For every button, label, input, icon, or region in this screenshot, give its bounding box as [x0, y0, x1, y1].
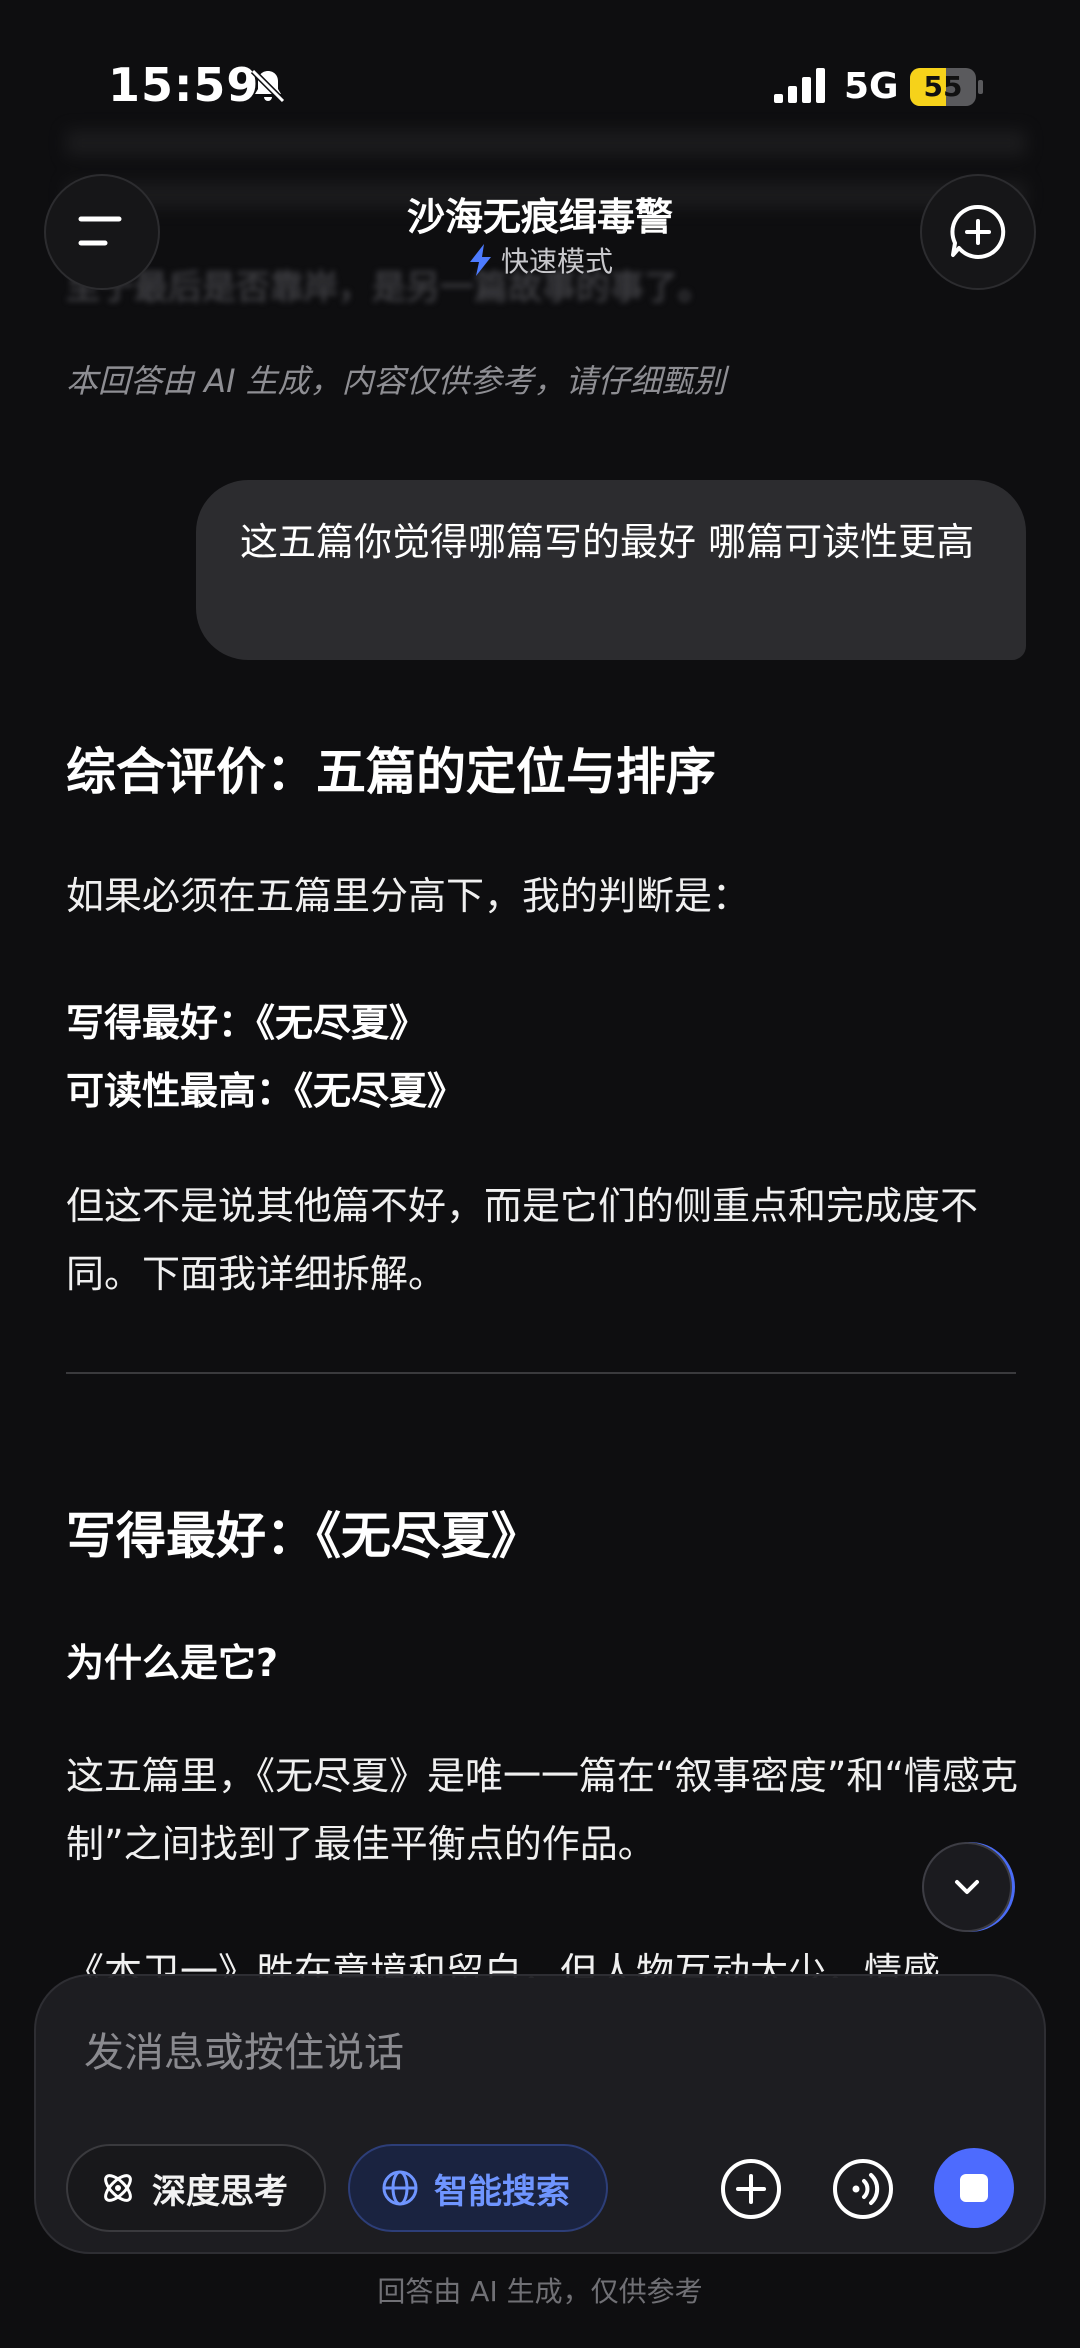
- stop-generation-button[interactable]: [934, 2148, 1014, 2228]
- section-reason: 这五篇里，《无尽夏》是唯一一篇在“叙事密度”和“情感克制”之间找到了最佳平衡点的…: [66, 1754, 1019, 1866]
- partial-paragraph: 《本卫一》胜在意境和留白，但人物互动太少，情感: [66, 1950, 941, 1978]
- network-type: 5G: [844, 66, 899, 107]
- lightning-icon: [469, 244, 491, 276]
- deep-think-toggle[interactable]: 深度思考: [66, 2144, 326, 2232]
- status-bar: 15:59 5G 55: [0, 0, 1080, 150]
- new-chat-button[interactable]: [920, 174, 1036, 290]
- plus-circle-icon: [721, 2159, 781, 2219]
- battery-level: 55: [923, 70, 963, 103]
- mode-label: 快速模式: [500, 245, 613, 278]
- menu-button[interactable]: [44, 174, 160, 290]
- answer-heading: 综合评价：五篇的定位与排序: [66, 743, 716, 801]
- most-readable-line: 可读性最高：《无尽夏》: [66, 1069, 466, 1113]
- mode-indicator[interactable]: 快速模式: [340, 240, 740, 280]
- chat-title[interactable]: 沙海无痕缉毒警: [240, 186, 840, 241]
- globe-icon: [382, 2170, 418, 2206]
- deep-think-label: 深度思考: [152, 2171, 288, 2212]
- voice-wave-icon: [833, 2159, 893, 2219]
- battery-icon: 55: [910, 68, 984, 106]
- best-written-line: 写得最好：《无尽夏》: [66, 1001, 428, 1045]
- section-heading: 写得最好：《无尽夏》: [66, 1507, 541, 1565]
- answer-intro: 如果必须在五篇里分高下，我的判断是：: [66, 874, 751, 918]
- smart-search-toggle[interactable]: 智能搜索: [348, 2144, 608, 2232]
- section-question: 为什么是它?: [66, 1641, 279, 1685]
- add-attachment-button[interactable]: [716, 2154, 786, 2224]
- smart-search-label: 智能搜索: [434, 2171, 570, 2212]
- status-time: 15:59: [108, 58, 260, 112]
- atom-icon: [104, 2174, 132, 2202]
- message-input[interactable]: 发消息或按住说话: [84, 2020, 404, 2078]
- ai-disclaimer: 本回答由 AI 生成，内容仅供参考，请仔细甄别: [66, 362, 726, 400]
- voice-call-button[interactable]: [828, 2154, 898, 2224]
- divider: [66, 1372, 1016, 1374]
- stop-icon: [960, 2174, 988, 2202]
- footer-disclaimer: 回答由 AI 生成，仅供参考: [377, 2275, 703, 2308]
- answer-note: 但这不是说其他篇不好，而是它们的侧重点和完成度不同。下面我详细拆解。: [66, 1184, 979, 1296]
- screen: 至于最后是否靠岸，是另一篇故事的事了。 15:59 5G 55 沙海无痕缉毒警 …: [0, 0, 1080, 2348]
- new-chat-icon: [950, 204, 1006, 259]
- chevron-down-icon: [955, 1880, 979, 1894]
- bell-off-icon: [250, 68, 286, 104]
- signal-icon: [774, 68, 825, 103]
- menu-icon: [78, 216, 122, 246]
- composer: 发消息或按住说话 深度思考 智能搜索: [34, 1974, 1046, 2254]
- scroll-to-bottom-button[interactable]: [922, 1842, 1012, 1932]
- user-message-bubble[interactable]: 这五篇你觉得哪篇写的最好 哪篇可读性更高: [196, 480, 1026, 660]
